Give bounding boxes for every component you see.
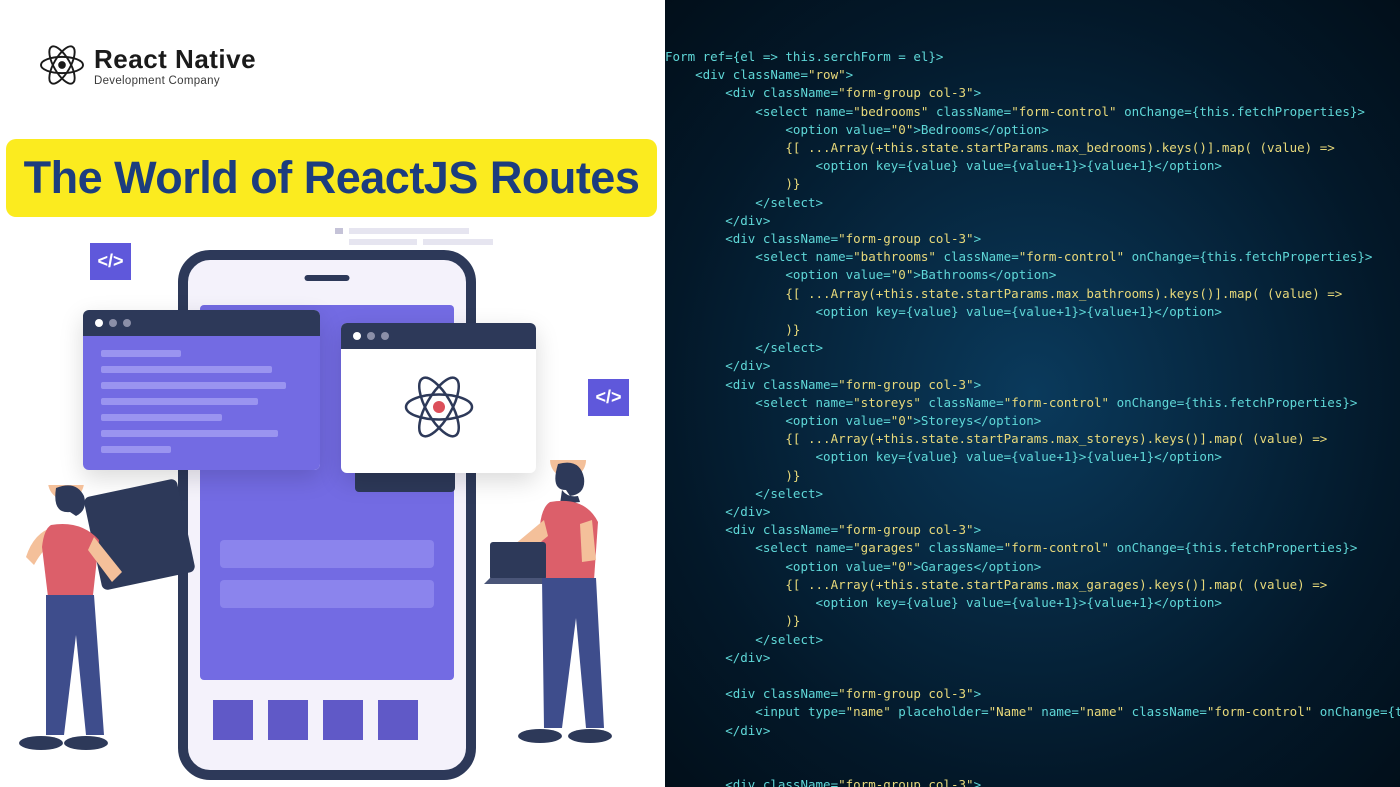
company-logo: React Native Development Company [38, 43, 256, 87]
react-native-atom-icon [38, 43, 86, 87]
code-icon: </> [90, 243, 131, 280]
logo-title: React Native [94, 44, 256, 75]
code-window-icon [83, 310, 320, 470]
person-left-icon [6, 485, 156, 785]
person-right-icon [480, 460, 650, 785]
code-icon: </> [588, 379, 629, 416]
title-banner: The World of ReactJS Routes [6, 139, 657, 217]
code-editor-panel: Form ref={el => this.serchForm = el}> <d… [665, 0, 1400, 787]
logo-subtitle: Development Company [94, 75, 256, 87]
hero-illustration: </> </> [0, 225, 665, 785]
code-content: Form ref={el => this.serchForm = el}> <d… [665, 48, 1400, 787]
react-window-icon [341, 323, 536, 473]
react-atom-icon [402, 374, 476, 440]
app-squares-icon [213, 700, 418, 740]
page-title: The World of ReactJS Routes [24, 152, 640, 204]
promo-panel: React Native Development Company The Wor… [0, 0, 665, 787]
